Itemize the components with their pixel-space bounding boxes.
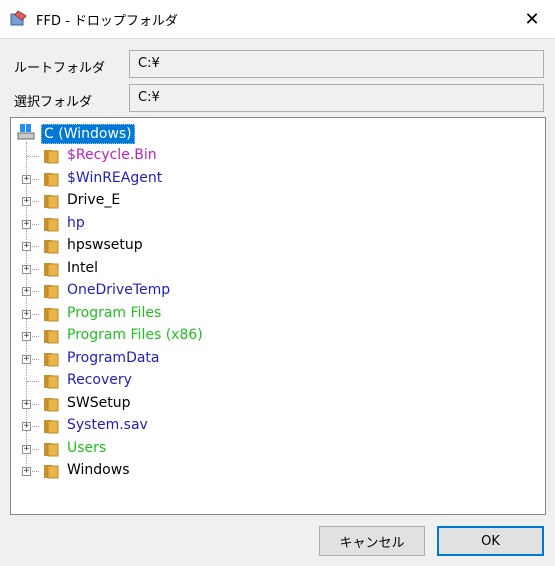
tree-item[interactable]: + ProgramData	[11, 348, 531, 370]
tree-item-label: Intel	[67, 259, 98, 276]
tree-item[interactable]: + Windows	[11, 460, 531, 482]
folder-icon	[44, 352, 59, 366]
folder-icon	[44, 330, 59, 344]
tree-item[interactable]: + OneDriveTemp	[11, 280, 531, 302]
folder-icon	[44, 262, 59, 276]
tree-item[interactable]: + Program Files (x86)	[11, 325, 531, 347]
expand-icon[interactable]: +	[22, 264, 31, 274]
tree-item-label: hpswsetup	[67, 237, 143, 253]
tree-item-label: hp	[67, 214, 85, 231]
tree-item-label: Drive_E	[67, 192, 121, 208]
tree-item[interactable]: $Recycle.Bin	[11, 145, 531, 167]
folder-icon	[44, 240, 59, 254]
folder-icon	[44, 420, 59, 434]
folder-icon	[44, 150, 59, 164]
tree-item[interactable]: + Program Files	[11, 303, 531, 325]
expand-icon[interactable]: +	[22, 174, 31, 184]
expand-icon[interactable]: +	[22, 242, 31, 251]
expand-icon[interactable]: +	[22, 287, 31, 296]
tree-item-label: OneDriveTemp	[67, 282, 171, 298]
tree-item-label: Recovery	[67, 372, 132, 388]
drive-icon	[17, 124, 35, 140]
folder-icon	[44, 442, 59, 456]
ok-button[interactable]: OK	[437, 526, 544, 556]
expand-icon[interactable]: +	[22, 422, 31, 431]
tree-item[interactable]: + Drive_E	[11, 190, 531, 212]
window-title: FFD - ドロップフォルダ	[36, 14, 178, 29]
tree-item-label: ProgramData	[67, 349, 160, 366]
tree-item-label: Windows	[67, 462, 130, 478]
tree-connector	[27, 156, 39, 157]
tree-item-label: $Recycle.Bin	[67, 147, 157, 163]
tree-item[interactable]: + hpswsetup	[11, 235, 531, 257]
folder-icon	[44, 195, 59, 209]
tree-item[interactable]: + hp	[11, 213, 531, 235]
tree-item-label: Program Files	[67, 304, 162, 321]
expand-icon[interactable]: +	[22, 444, 31, 454]
tree-item[interactable]: Recovery	[11, 370, 531, 392]
root-folder-label: ルートフォルダ	[14, 61, 106, 76]
tree-item-label: $WinREAgent	[67, 169, 163, 186]
tree-root-item[interactable]: C (Windows)	[41, 124, 135, 144]
tree-item[interactable]: + Users	[11, 438, 531, 460]
folder-tree[interactable]: C (Windows) $Recycle.Bin + $WinREAgent + Dri…	[10, 117, 546, 515]
expand-icon[interactable]: +	[22, 467, 31, 476]
expand-icon[interactable]: +	[22, 354, 31, 364]
tree-item-label: SWSetup	[67, 394, 131, 411]
app-icon	[10, 10, 27, 26]
tree-item-label: Users	[67, 439, 107, 456]
tree-item-label: Program Files (x86)	[67, 327, 203, 343]
folder-icon	[44, 307, 59, 321]
folder-icon	[44, 397, 59, 411]
tree-item[interactable]: + Intel	[11, 258, 531, 280]
close-button[interactable]: ✕	[509, 0, 555, 38]
expand-icon[interactable]: +	[22, 399, 31, 409]
tree-item-label: System.sav	[67, 417, 148, 433]
close-icon: ✕	[524, 8, 540, 30]
title-bar: FFD - ドロップフォルダ ✕	[0, 0, 555, 39]
tree-connector	[27, 381, 39, 382]
cancel-button[interactable]: キャンセル	[319, 526, 425, 556]
expand-icon[interactable]: +	[22, 309, 31, 319]
folder-icon	[44, 375, 59, 389]
folder-icon	[44, 465, 59, 479]
folder-icon	[44, 172, 59, 186]
expand-icon[interactable]: +	[22, 197, 31, 206]
expand-icon[interactable]: +	[22, 219, 31, 229]
folder-icon	[44, 285, 59, 299]
tree-item[interactable]: + SWSetup	[11, 393, 531, 415]
root-folder-field: C:¥	[129, 50, 544, 78]
selected-folder-field: C:¥	[129, 84, 544, 112]
tree-item[interactable]: + System.sav	[11, 415, 531, 437]
folder-icon	[44, 217, 59, 231]
selected-folder-label: 選択フォルダ	[14, 95, 93, 110]
expand-icon[interactable]: +	[22, 332, 31, 341]
tree-item[interactable]: + $WinREAgent	[11, 168, 531, 190]
